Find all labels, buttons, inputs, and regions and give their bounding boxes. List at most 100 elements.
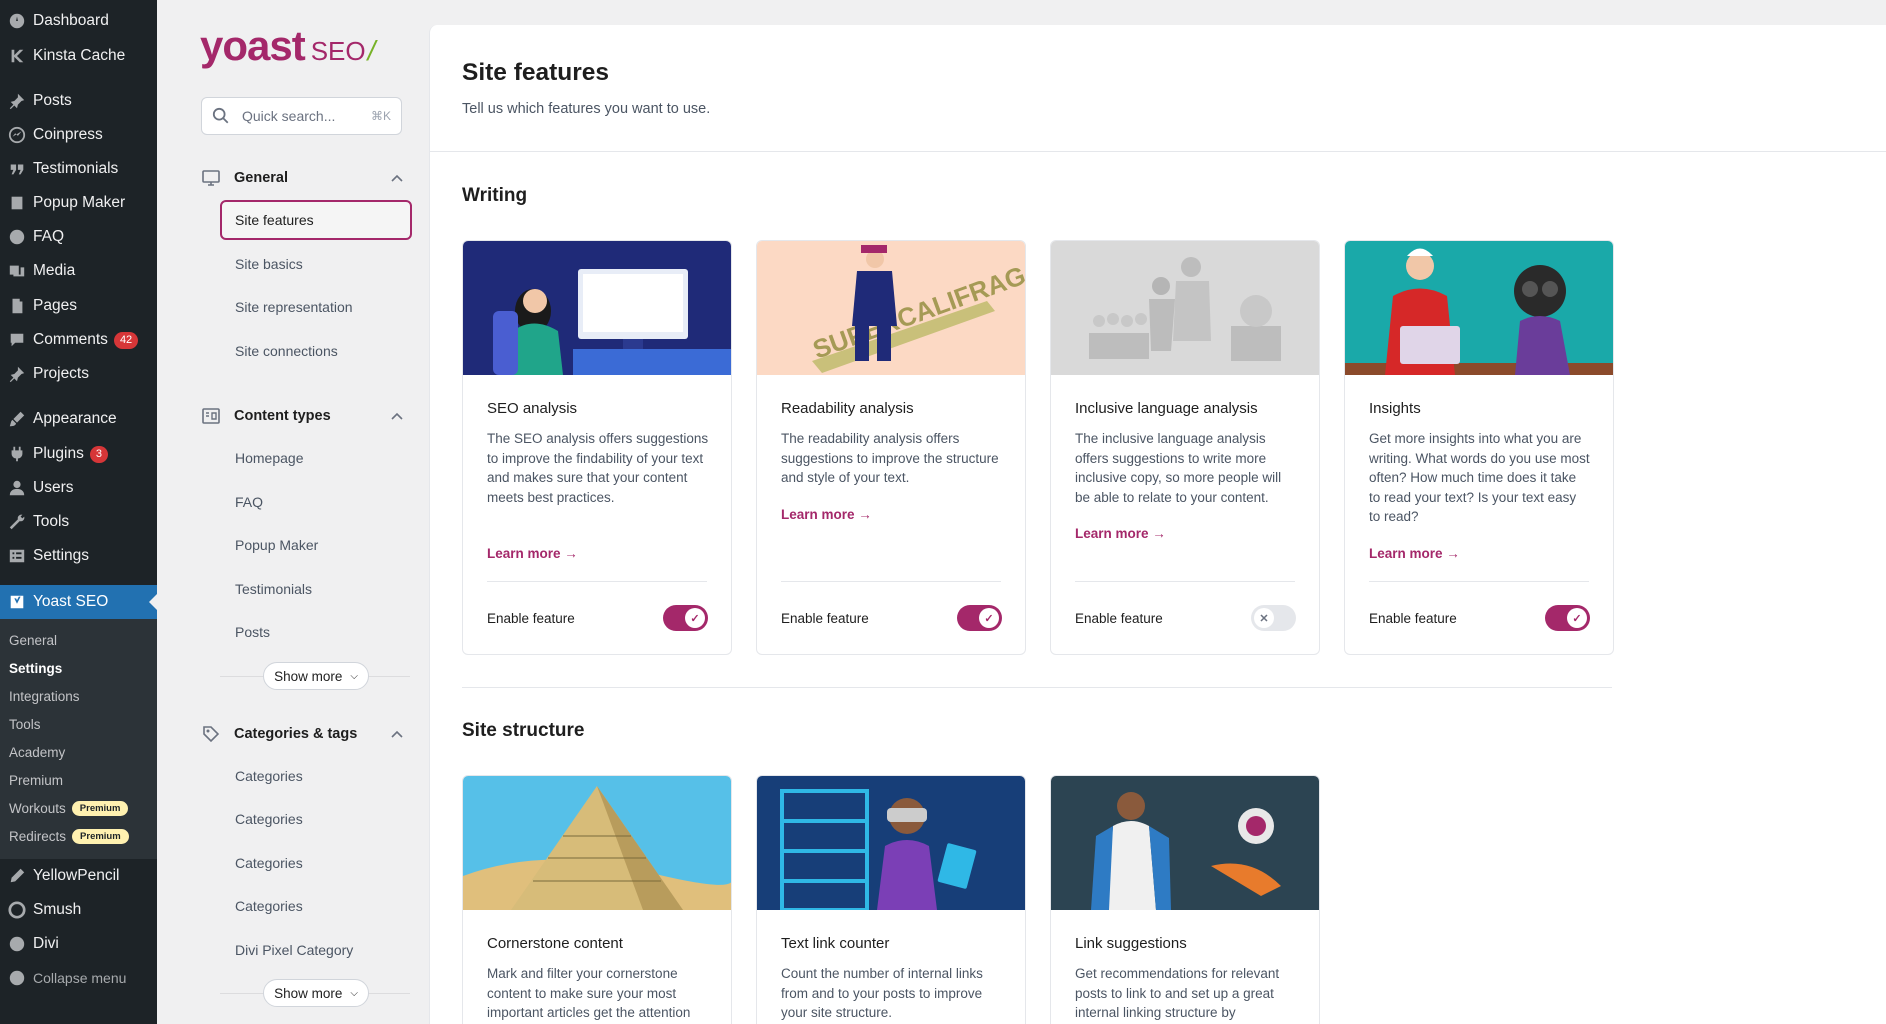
menu-item-pages[interactable]: Pages (0, 289, 157, 323)
check-icon: ✓ (685, 608, 705, 628)
pin-icon (0, 92, 33, 110)
search-placeholder: Quick search... (242, 108, 336, 124)
menu-item-testimonials[interactable]: Testimonials (0, 152, 157, 186)
nav-item-divi-pixel-category[interactable]: Divi Pixel Category (235, 939, 353, 961)
cornerstone-content-illustration (463, 776, 731, 910)
nav-item-site-basics[interactable]: Site basics (235, 253, 303, 275)
menu-item-yellowpencil[interactable]: YellowPencil (0, 859, 157, 893)
card-title: SEO analysis (487, 400, 578, 417)
enable-feature-label: Enable feature (1369, 611, 1457, 626)
submenu-academy[interactable]: Academy (9, 741, 65, 763)
menu-item-posts[interactable]: Posts (0, 84, 157, 118)
card-description: Get more insights into what you are writ… (1369, 431, 1590, 524)
feature-card-insights: Insights Get more insights into what you… (1344, 240, 1614, 655)
smush-icon (0, 901, 33, 919)
feature-card-text-link-counter: Text link counter Count the number of in… (756, 775, 1026, 1024)
yoast-submenu: General Settings Integrations Tools Acad… (0, 619, 157, 859)
enable-feature-label: Enable feature (781, 611, 869, 626)
nav-item-testimonials[interactable]: Testimonials (235, 578, 312, 600)
menu-item-settings[interactable]: Settings (0, 539, 157, 573)
submenu-settings[interactable]: Settings (9, 657, 62, 679)
enable-insights-toggle[interactable]: ✓ (1545, 605, 1590, 631)
learn-more-link[interactable]: Learn more → (781, 507, 872, 522)
collapse-menu-button[interactable]: Collapse menu (0, 961, 157, 995)
card-title: Link suggestions (1075, 935, 1187, 952)
premium-badge: Premium (71, 800, 129, 816)
wrench-icon (0, 513, 33, 531)
card-description: Mark and filter your cornerstone content… (487, 966, 691, 1020)
feature-card-seo-analysis: SEO analysis The SEO analysis offers sug… (462, 240, 732, 655)
feature-card-cornerstone-content: Cornerstone content Mark and filter your… (462, 775, 732, 1024)
seo-analysis-illustration (463, 241, 731, 375)
menu-item-popup-maker[interactable]: Popup Maker (0, 186, 157, 220)
menu-item-appearance[interactable]: Appearance (0, 402, 157, 436)
chevron-down-icon: ⌵ (350, 670, 358, 682)
menu-item-plugins[interactable]: Plugins 3 (0, 437, 157, 471)
show-more-content-types-button[interactable]: Show more ⌵ (263, 662, 369, 690)
nav-item-categories[interactable]: Categories (235, 895, 303, 917)
card-title: Inclusive language analysis (1075, 400, 1258, 417)
learn-more-link[interactable]: Learn more → (1369, 546, 1460, 561)
search-shortcut: ⌘K (370, 109, 391, 123)
nav-section-content-types[interactable]: Content types (201, 405, 403, 427)
menu-item-coinpress[interactable]: Coinpress (0, 118, 157, 152)
nav-item-categories[interactable]: Categories (235, 808, 303, 830)
show-more-categories-button[interactable]: Show more ⌵ (263, 979, 369, 1007)
wp-admin-menu: Dashboard Kinsta Cache Posts Coinpress T… (0, 0, 157, 1024)
check-icon: ✓ (979, 608, 999, 628)
inclusive-language-illustration (1051, 241, 1319, 375)
nav-section-categories-tags[interactable]: Categories & tags (201, 723, 403, 745)
nav-item-site-connections[interactable]: Site connections (235, 340, 338, 362)
nav-item-site-features[interactable]: Site features (220, 200, 412, 240)
menu-item-projects[interactable]: Projects (0, 357, 157, 391)
nav-section-general[interactable]: General (201, 167, 403, 189)
nav-item-categories[interactable]: Categories (235, 852, 303, 874)
submenu-tools[interactable]: Tools (9, 713, 41, 735)
settings-icon (0, 547, 33, 565)
yoast-settings-nav: yoast SEO / Quick search... ⌘K General S… (157, 0, 429, 1024)
menu-item-divi[interactable]: Divi (0, 927, 157, 961)
card-title: Insights (1369, 400, 1421, 417)
page-subtitle: Tell us which features you want to use. (462, 101, 711, 117)
submenu-redirects[interactable]: Redirects Premium (9, 825, 129, 847)
menu-item-kinsta-cache[interactable]: Kinsta Cache (0, 39, 157, 73)
text-link-counter-illustration (757, 776, 1025, 912)
yoast-icon (0, 593, 33, 611)
enable-seo-analysis-toggle[interactable]: ✓ (663, 605, 708, 631)
question-icon (0, 228, 33, 246)
submenu-premium[interactable]: Premium (9, 769, 63, 791)
learn-more-link[interactable]: Learn more → (1075, 526, 1166, 541)
menu-item-dashboard[interactable]: Dashboard (0, 4, 157, 38)
menu-item-smush[interactable]: Smush (0, 893, 157, 927)
menu-item-tools[interactable]: Tools (0, 505, 157, 539)
divi-icon (0, 935, 33, 953)
enable-inclusive-language-toggle[interactable]: ✕ (1251, 605, 1296, 631)
submenu-workouts[interactable]: Workouts Premium (9, 797, 129, 819)
dashboard-icon (0, 12, 33, 30)
nav-item-site-representation[interactable]: Site representation (235, 296, 353, 318)
nav-item-posts[interactable]: Posts (235, 621, 270, 643)
nav-item-popup-maker[interactable]: Popup Maker (235, 534, 318, 556)
feature-card-inclusive-language-analysis: Inclusive language analysis The inclusiv… (1050, 240, 1320, 655)
menu-item-comments[interactable]: Comments 42 (0, 323, 157, 357)
menu-item-faq[interactable]: FAQ (0, 220, 157, 254)
kinsta-icon (0, 47, 33, 65)
quick-search-input[interactable]: Quick search... ⌘K (201, 97, 402, 135)
submenu-integrations[interactable]: Integrations (9, 685, 80, 707)
feature-card-readability-analysis: SUPERCALIFRAG Readability analysis The r… (756, 240, 1026, 655)
menu-item-media[interactable]: Media (0, 254, 157, 288)
nav-item-categories[interactable]: Categories (235, 765, 303, 787)
nav-item-homepage[interactable]: Homepage (235, 447, 304, 469)
nav-item-faq[interactable]: FAQ (235, 491, 263, 513)
submenu-general[interactable]: General (9, 629, 57, 651)
plugin-icon (0, 445, 33, 463)
menu-item-users[interactable]: Users (0, 471, 157, 505)
content-types-icon (201, 405, 223, 427)
learn-more-link[interactable]: Learn more → (487, 546, 578, 561)
enable-readability-analysis-toggle[interactable]: ✓ (957, 605, 1002, 631)
divider (781, 581, 1001, 582)
card-description: The SEO analysis offers suggestions to i… (487, 431, 709, 505)
feature-card-link-suggestions: Link suggestions Get recommendations for… (1050, 775, 1320, 1024)
menu-item-yoast-seo[interactable]: Yoast SEO (0, 585, 157, 619)
page-icon (0, 297, 33, 315)
